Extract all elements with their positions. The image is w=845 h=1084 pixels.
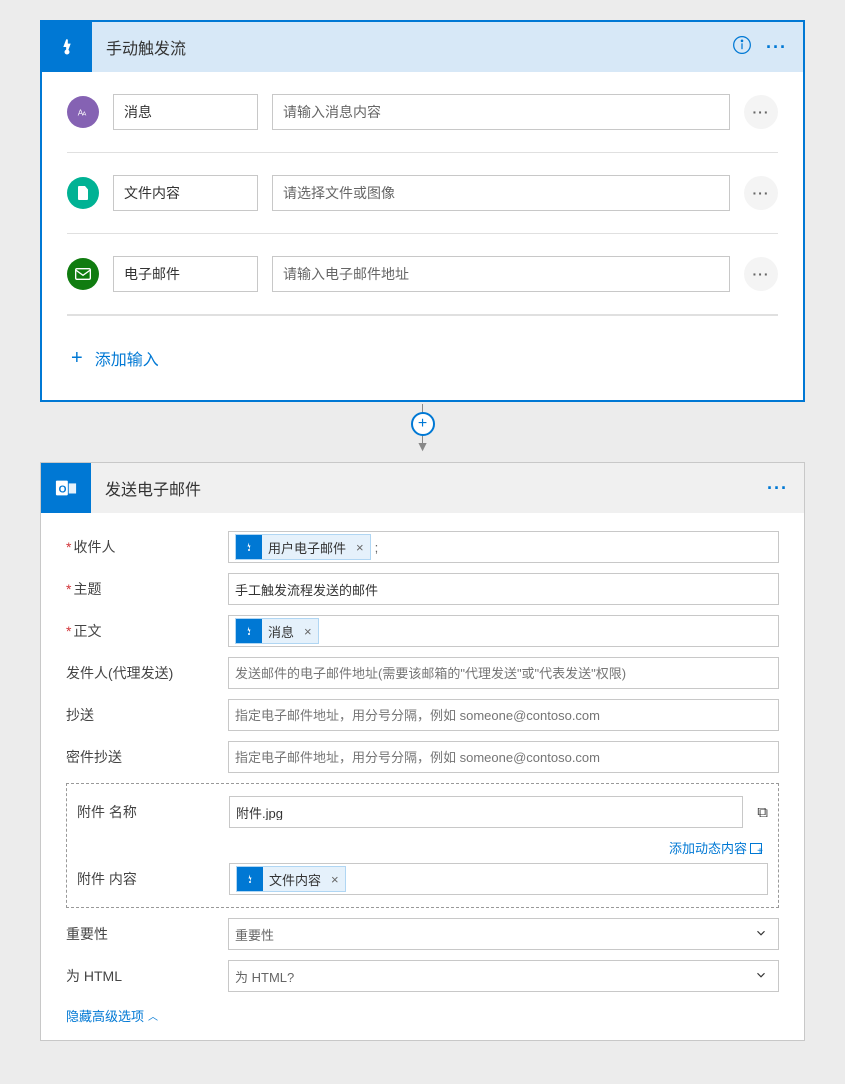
attach-name-input[interactable]: [236, 805, 736, 820]
trigger-icon: [42, 22, 92, 72]
cc-row: 抄送: [66, 699, 779, 731]
attachment-group: 附件 名称 ⧉ 添加动态内容 附件 内容 文件内容 ×: [66, 783, 779, 908]
plus-icon: +: [71, 347, 83, 370]
dynamic-content-icon: [750, 843, 762, 854]
row-ellipsis-icon[interactable]: ···: [744, 95, 778, 129]
trigger-body: AA 消息 请输入消息内容 ··· 文件内容 请选择文件或图像 ··· 电子邮件…: [42, 72, 803, 400]
field-label: 抄送: [66, 705, 218, 725]
connector: + ▼: [40, 402, 805, 462]
item-toggle-icon[interactable]: ⧉: [757, 804, 768, 821]
add-input-button[interactable]: + 添加输入: [67, 315, 778, 400]
email-card: O 发送电子邮件 ··· *收件人 用户电子邮件 × ; *主题: [40, 462, 805, 1041]
input-label[interactable]: 电子邮件: [113, 256, 258, 292]
svg-text:O: O: [59, 485, 67, 496]
field-label: 附件 内容: [77, 869, 219, 889]
field-label: *收件人: [66, 537, 218, 557]
email-body: *收件人 用户电子邮件 × ; *主题 *正文 消息: [41, 513, 804, 1040]
attach-name-field[interactable]: [229, 796, 743, 828]
input-placeholder[interactable]: 请选择文件或图像: [272, 175, 730, 211]
chevron-up-icon: ︿: [148, 1008, 158, 1023]
trigger-title: 手动触发流: [92, 35, 732, 59]
html-select[interactable]: 为 HTML?: [228, 960, 779, 992]
input-placeholder[interactable]: 请输入电子邮件地址: [272, 256, 730, 292]
file-type-icon: [67, 177, 99, 209]
info-icon[interactable]: [732, 35, 752, 60]
token-flow-icon: [236, 535, 262, 559]
bcc-input[interactable]: [235, 750, 772, 765]
mail-type-icon: [67, 258, 99, 290]
recipient-row: *收件人 用户电子邮件 × ;: [66, 531, 779, 563]
bcc-row: 密件抄送: [66, 741, 779, 773]
svg-text:A: A: [82, 112, 86, 118]
sender-field[interactable]: [228, 657, 779, 689]
attach-content-row: 附件 内容 文件内容 ×: [77, 863, 768, 895]
trigger-card: 手动触发流 ··· AA 消息 请输入消息内容 ··· 文件内容 请选择文件或图…: [40, 20, 805, 402]
hide-advanced-link[interactable]: 隐藏高级选项 ︿: [66, 1002, 158, 1025]
add-input-label: 添加输入: [95, 346, 159, 370]
dynamic-token[interactable]: 消息 ×: [235, 618, 319, 644]
add-dynamic-link[interactable]: 添加动态内容: [77, 836, 768, 863]
field-label: 密件抄送: [66, 747, 218, 767]
token-flow-icon: [237, 867, 263, 891]
trigger-input-row: 电子邮件 请输入电子邮件地址 ···: [67, 234, 778, 315]
email-ellipsis-icon[interactable]: ···: [767, 478, 788, 499]
attach-content-field[interactable]: 文件内容 ×: [229, 863, 768, 895]
importance-select[interactable]: 重要性: [228, 918, 779, 950]
field-label: 附件 名称: [77, 802, 219, 822]
recipient-field[interactable]: 用户电子邮件 × ;: [228, 531, 779, 563]
html-row: 为 HTML 为 HTML?: [66, 960, 779, 992]
chevron-down-icon: [754, 926, 768, 943]
token-remove-icon[interactable]: ×: [325, 872, 345, 887]
trigger-header[interactable]: 手动触发流 ···: [42, 22, 803, 72]
trigger-input-row: AA 消息 请输入消息内容 ···: [67, 72, 778, 153]
sender-row: 发件人(代理发送): [66, 657, 779, 689]
outlook-icon: O: [41, 463, 91, 513]
sender-input[interactable]: [235, 666, 772, 681]
field-label: 重要性: [66, 924, 218, 944]
token-remove-icon[interactable]: ×: [350, 540, 370, 555]
field-label: *正文: [66, 621, 218, 641]
row-ellipsis-icon[interactable]: ···: [744, 257, 778, 291]
body-row: *正文 消息 ×: [66, 615, 779, 647]
dynamic-token[interactable]: 文件内容 ×: [236, 866, 346, 892]
input-placeholder[interactable]: 请输入消息内容: [272, 94, 730, 130]
subject-input[interactable]: [235, 582, 772, 597]
field-label: 发件人(代理发送): [66, 663, 218, 683]
cc-input[interactable]: [235, 708, 772, 723]
token-flow-icon: [236, 619, 262, 643]
trigger-ellipsis-icon[interactable]: ···: [766, 37, 787, 58]
attach-name-row: 附件 名称 ⧉: [77, 796, 768, 828]
subject-field[interactable]: [228, 573, 779, 605]
text-type-icon: AA: [67, 96, 99, 128]
row-ellipsis-icon[interactable]: ···: [744, 176, 778, 210]
bcc-field[interactable]: [228, 741, 779, 773]
token-remove-icon[interactable]: ×: [298, 624, 318, 639]
email-title: 发送电子邮件: [91, 476, 767, 500]
input-label[interactable]: 消息: [113, 94, 258, 130]
trigger-input-row: 文件内容 请选择文件或图像 ···: [67, 153, 778, 234]
email-header[interactable]: O 发送电子邮件 ···: [41, 463, 804, 513]
chevron-down-icon: [754, 968, 768, 985]
dynamic-token[interactable]: 用户电子邮件 ×: [235, 534, 371, 560]
input-label[interactable]: 文件内容: [113, 175, 258, 211]
subject-row: *主题: [66, 573, 779, 605]
importance-row: 重要性 重要性: [66, 918, 779, 950]
add-step-button[interactable]: +: [411, 412, 435, 436]
cc-field[interactable]: [228, 699, 779, 731]
field-label: *主题: [66, 579, 218, 599]
field-label: 为 HTML: [66, 966, 218, 986]
body-field[interactable]: 消息 ×: [228, 615, 779, 647]
